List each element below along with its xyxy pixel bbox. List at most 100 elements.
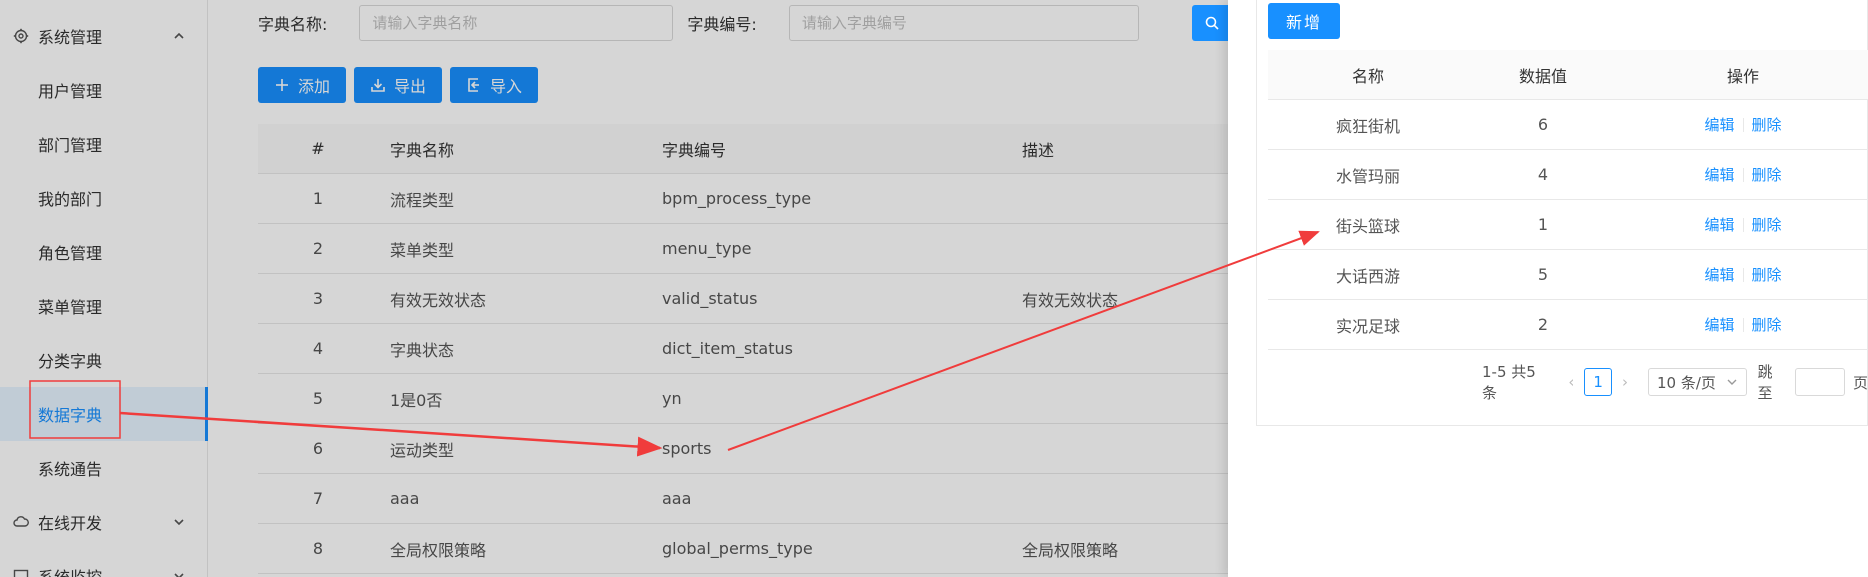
dict-name-cell: 全局权限策略 [390, 540, 487, 560]
sidebar-item-label: 用户管理 [38, 82, 103, 101]
item-name-cell: 水管玛丽 [1335, 166, 1400, 186]
row-number: 4 [312, 339, 324, 358]
table-row[interactable]: 8 全局权限策略 global_perms_type 全局权限策略 [258, 524, 1238, 574]
sidebar-group-label: 在线开发 [38, 514, 103, 533]
edit-link[interactable]: 编辑 [1704, 314, 1734, 335]
edit-link[interactable]: 编辑 [1704, 264, 1734, 285]
sidebar-group-system[interactable]: 系统管理 [0, 9, 208, 63]
search-button[interactable] [1192, 5, 1232, 41]
cloud-icon [12, 513, 30, 531]
dict-code-cell: bpm_process_type [662, 189, 812, 208]
chevron-left-icon[interactable]: ‹ [1564, 373, 1578, 391]
sidebar-item-menus[interactable]: 菜单管理 [0, 279, 208, 333]
dict-items-table: 名称 数据值 操作 疯狂街机 6 编辑 删除 水管玛丽 4 编辑 删除 街头篮球 1… [1268, 50, 1868, 350]
item-value-cell: 5 [1537, 265, 1549, 284]
monitor-icon [12, 567, 30, 577]
delete-link[interactable]: 删除 [1752, 164, 1782, 185]
sidebar-item-departments[interactable]: 部门管理 [0, 117, 208, 171]
table-row[interactable]: 4 字典状态 dict_item_status [258, 324, 1238, 374]
actions-cell: 编辑 删除 [1618, 114, 1868, 135]
sidebar-item-label: 系统通告 [38, 460, 103, 479]
divider [1742, 117, 1744, 132]
column-header: # [311, 139, 325, 158]
export-button[interactable]: 导出 [354, 67, 443, 103]
row-number: 3 [312, 289, 324, 308]
dict-items-drawer: 新增 名称 数据值 操作 疯狂街机 6 编辑 删除 水管玛丽 4 编辑 删除 街头篮… [1228, 0, 1868, 577]
table-row[interactable]: 实况足球 2 编辑 删除 [1268, 300, 1868, 350]
sidebar-item-category-dict[interactable]: 分类字典 [0, 333, 208, 387]
dict-code-cell: yn [662, 389, 682, 408]
sidebar-item-notices[interactable]: 系统通告 [0, 441, 208, 495]
table-row[interactable]: 大话西游 5 编辑 删除 [1268, 250, 1868, 300]
chevron-down-icon [172, 514, 186, 528]
item-name-cell: 疯狂街机 [1335, 116, 1400, 136]
sidebar-item-my-department[interactable]: 我的部门 [0, 171, 208, 225]
table-row[interactable]: 7 aaa aaa [258, 474, 1238, 524]
plus-icon [276, 79, 288, 91]
sidebar-group-monitor[interactable]: 系统监控 [0, 549, 208, 577]
actions-cell: 编辑 删除 [1618, 264, 1868, 285]
dict-desc-cell: 有效无效状态 [1022, 290, 1119, 310]
chevron-down-icon [172, 568, 186, 577]
edit-link[interactable]: 编辑 [1704, 114, 1734, 135]
search-form: 字典名称: 字典编号: [258, 5, 1139, 41]
sidebar-item-label: 角色管理 [38, 244, 103, 263]
page-size-select[interactable]: 10 条/页 [1648, 368, 1748, 396]
sidebar-item-label: 数据字典 [38, 406, 103, 425]
sidebar-item-label: 菜单管理 [38, 298, 103, 317]
row-number: 6 [312, 439, 324, 458]
import-button-label: 导入 [490, 77, 523, 96]
item-name-cell: 实况足球 [1335, 316, 1400, 336]
table-row[interactable]: 5 1是0否 yn [258, 374, 1238, 424]
sidebar-item-label: 部门管理 [38, 136, 103, 155]
divider [1742, 267, 1744, 282]
divider [1742, 167, 1744, 182]
dict-name-input[interactable] [359, 5, 674, 41]
table-row[interactable]: 疯狂街机 6 编辑 删除 [1268, 100, 1868, 150]
dict-name-cell: aaa [390, 489, 420, 508]
delete-link[interactable]: 删除 [1752, 314, 1782, 335]
download-icon [371, 79, 385, 92]
dict-code-cell: menu_type [662, 239, 752, 258]
row-number: 1 [312, 189, 324, 208]
add-button[interactable]: 添加 [258, 67, 347, 103]
edit-link[interactable]: 编辑 [1704, 164, 1734, 185]
table-row[interactable]: 6 运动类型 sports [258, 424, 1238, 474]
table-row[interactable]: 2 菜单类型 menu_type [258, 224, 1238, 274]
sidebar-group-label: 系统管理 [38, 28, 103, 47]
import-button[interactable]: 导入 [450, 67, 539, 103]
sidebar-item-roles[interactable]: 角色管理 [0, 225, 208, 279]
sidebar-item-label: 分类字典 [38, 352, 103, 371]
delete-link[interactable]: 删除 [1752, 114, 1782, 135]
column-header: 描述 [1022, 140, 1055, 160]
table-header: # 字典名称 字典编号 描述 [258, 124, 1238, 174]
sidebar-item-users[interactable]: 用户管理 [0, 63, 208, 117]
new-item-button[interactable]: 新增 [1268, 3, 1340, 39]
sidebar-group-online-dev[interactable]: 在线开发 [0, 495, 208, 549]
item-value-cell: 4 [1537, 165, 1549, 184]
table-row[interactable]: 街头篮球 1 编辑 删除 [1268, 200, 1868, 250]
chevron-right-icon[interactable]: › [1618, 373, 1632, 391]
delete-link[interactable]: 删除 [1752, 214, 1782, 235]
dict-code-cell: valid_status [662, 289, 758, 308]
edit-link[interactable]: 编辑 [1704, 214, 1734, 235]
table-row[interactable]: 3 有效无效状态 valid_status 有效无效状态 [258, 274, 1238, 324]
delete-link[interactable]: 删除 [1752, 264, 1782, 285]
dict-code-input[interactable] [788, 5, 1139, 41]
dict-code-label: 字典编号: [687, 15, 757, 34]
export-button-label: 导出 [394, 77, 427, 96]
gear-icon [12, 27, 30, 45]
sidebar-item-label: 我的部门 [38, 190, 103, 209]
dict-code-cell: global_perms_type [662, 539, 813, 558]
page-button-current[interactable]: 1 [1584, 368, 1613, 396]
row-number: 7 [312, 489, 324, 508]
main-content: 字典名称: 字典编号: 添加 导出 导入 # 字典名称 字典编号 描述 1 流程… [208, 0, 1238, 577]
dict-name-cell: 流程类型 [390, 190, 455, 210]
column-header: 数据值 [1518, 66, 1567, 86]
table-row[interactable]: 水管玛丽 4 编辑 删除 [1268, 150, 1868, 200]
actions-cell: 编辑 删除 [1618, 164, 1868, 185]
divider [1742, 317, 1744, 332]
table-row[interactable]: 1 流程类型 bpm_process_type [258, 174, 1238, 224]
jump-page-input[interactable] [1795, 368, 1845, 396]
sidebar-item-data-dict[interactable]: 数据字典 [0, 387, 208, 441]
